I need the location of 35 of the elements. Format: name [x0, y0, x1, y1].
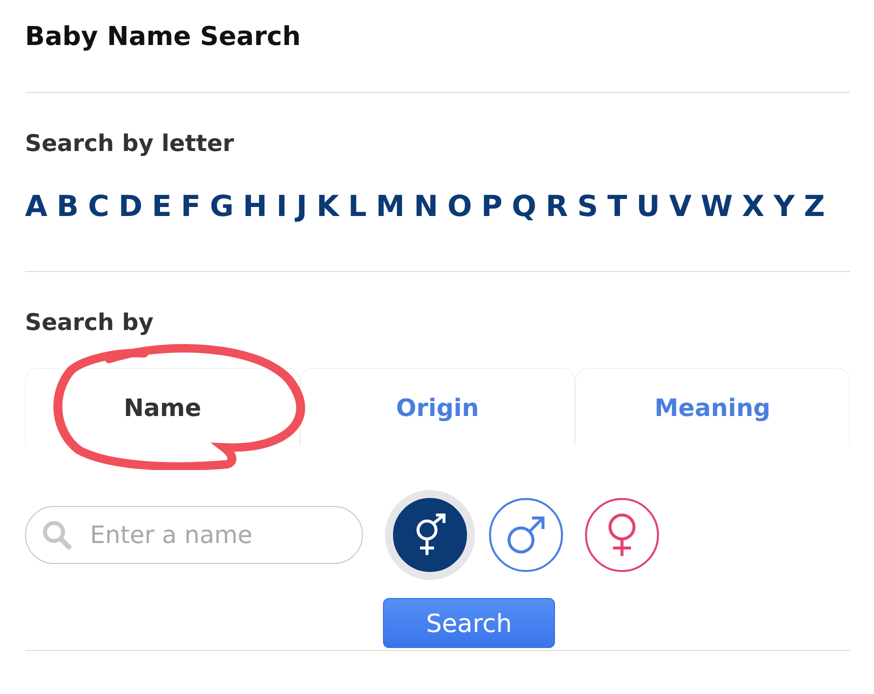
- letter-link[interactable]: B: [56, 189, 79, 223]
- letter-link[interactable]: J: [296, 189, 308, 223]
- section-heading: Search by: [25, 310, 154, 336]
- search-field[interactable]: Enter a name: [25, 506, 363, 564]
- letter-link[interactable]: I: [276, 189, 288, 223]
- letter-link[interactable]: Z: [804, 189, 825, 223]
- letter-link[interactable]: R: [546, 189, 568, 223]
- letter-link[interactable]: S: [577, 189, 598, 223]
- tab[interactable]: Origin: [300, 368, 575, 446]
- letter-link[interactable]: C: [88, 189, 110, 223]
- letter-link[interactable]: D: [118, 189, 143, 223]
- letter-link[interactable]: Q: [512, 189, 536, 223]
- letter-link[interactable]: U: [636, 189, 660, 223]
- letter-link[interactable]: A: [25, 189, 48, 223]
- letter-link[interactable]: P: [481, 189, 503, 223]
- letter-link[interactable]: L: [348, 189, 367, 223]
- letter-link[interactable]: O: [447, 189, 472, 223]
- letter-link[interactable]: H: [242, 189, 268, 223]
- letter-link[interactable]: F: [180, 189, 201, 223]
- letter-link[interactable]: N: [414, 189, 438, 223]
- search-button[interactable]: Search: [383, 598, 555, 648]
- section-heading: Search by letter: [25, 131, 235, 157]
- letter-link[interactable]: V: [669, 189, 692, 223]
- tab[interactable]: Name: [25, 368, 300, 446]
- page-title: Baby Name Search: [25, 22, 302, 52]
- letter-link[interactable]: M: [376, 189, 405, 223]
- letter-link[interactable]: T: [607, 189, 628, 223]
- search-icon: [41, 519, 73, 551]
- letter-link[interactable]: K: [316, 189, 339, 223]
- tab[interactable]: Meaning: [575, 368, 850, 446]
- letter-link[interactable]: X: [742, 189, 764, 223]
- letter-link[interactable]: W: [700, 189, 733, 223]
- letter-link[interactable]: E: [152, 189, 172, 223]
- letter-link[interactable]: G: [210, 189, 234, 223]
- letter-link[interactable]: Y: [774, 189, 795, 223]
